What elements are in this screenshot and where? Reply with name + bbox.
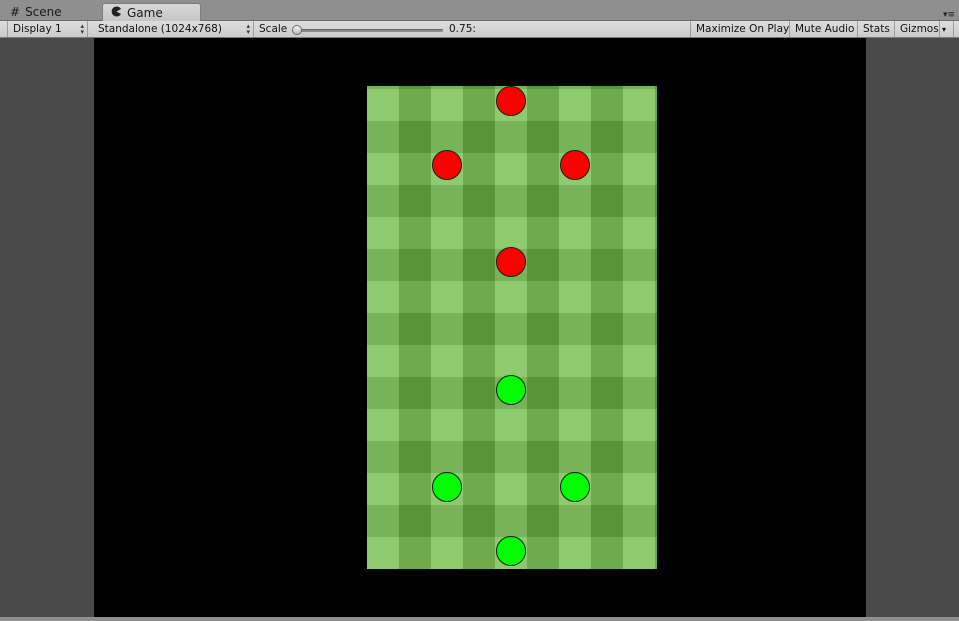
stats-label: Stats bbox=[863, 23, 890, 35]
game-viewport[interactable] bbox=[0, 38, 959, 621]
gizmos-dropdown[interactable]: ▾ bbox=[940, 21, 954, 37]
editor-tab-bar: # Scene Game ▾≡ bbox=[0, 0, 959, 21]
tab-game-label: Game bbox=[127, 5, 163, 20]
gizmos-label: Gizmos bbox=[900, 23, 939, 35]
tab-game[interactable]: Game bbox=[102, 3, 201, 21]
tab-scene-label: Scene bbox=[25, 5, 62, 19]
soccer-pitch bbox=[367, 86, 657, 569]
bottom-border bbox=[0, 617, 959, 621]
red-player-token bbox=[496, 247, 526, 277]
red-player-token bbox=[432, 150, 462, 180]
green-player-token bbox=[560, 472, 590, 502]
display-dropdown-label: Display 1 bbox=[13, 23, 62, 35]
mute-audio-toggle[interactable]: Mute Audio bbox=[790, 21, 858, 37]
green-player-token bbox=[432, 472, 462, 502]
pacman-icon bbox=[111, 6, 122, 19]
grid-icon: # bbox=[10, 5, 21, 19]
maximize-on-play-toggle[interactable]: Maximize On Play bbox=[690, 21, 790, 37]
game-view-toolbar: Display 1 ▴ ▾ Standalone (1024x768) ▴ ▾ Sc… bbox=[0, 21, 959, 38]
tab-menu-icon[interactable]: ▾≡ bbox=[943, 10, 955, 20]
mute-audio-label: Mute Audio bbox=[795, 23, 855, 35]
gizmos-toggle[interactable]: Gizmos bbox=[895, 21, 940, 37]
tab-scene[interactable]: # Scene bbox=[2, 3, 96, 21]
scale-slider-thumb[interactable] bbox=[292, 25, 302, 35]
maximize-on-play-label: Maximize On Play bbox=[696, 23, 790, 35]
green-player-token bbox=[496, 375, 526, 405]
green-player-token bbox=[496, 536, 526, 566]
scale-value-text: 0.75: bbox=[449, 23, 476, 35]
stats-toggle[interactable]: Stats bbox=[858, 21, 895, 37]
scale-label-text: Scale bbox=[259, 23, 288, 35]
game-render-area[interactable] bbox=[94, 38, 866, 617]
resolution-dropdown[interactable]: Standalone (1024x768) ▴ ▾ bbox=[93, 21, 254, 37]
red-player-token bbox=[560, 150, 590, 180]
resolution-dropdown-label: Standalone (1024x768) bbox=[98, 23, 222, 35]
red-player-token bbox=[496, 86, 526, 116]
popup-arrows-icon: ▴ ▾ bbox=[246, 22, 250, 36]
display-dropdown[interactable]: Display 1 ▴ ▾ bbox=[7, 21, 88, 37]
scale-value: 0.75: bbox=[444, 21, 492, 37]
popup-arrows-icon: ▴ ▾ bbox=[80, 22, 84, 36]
scale-slider-track[interactable] bbox=[297, 29, 443, 32]
scale-label: Scale bbox=[254, 21, 294, 37]
chevron-down-icon: ▾ bbox=[942, 24, 947, 34]
